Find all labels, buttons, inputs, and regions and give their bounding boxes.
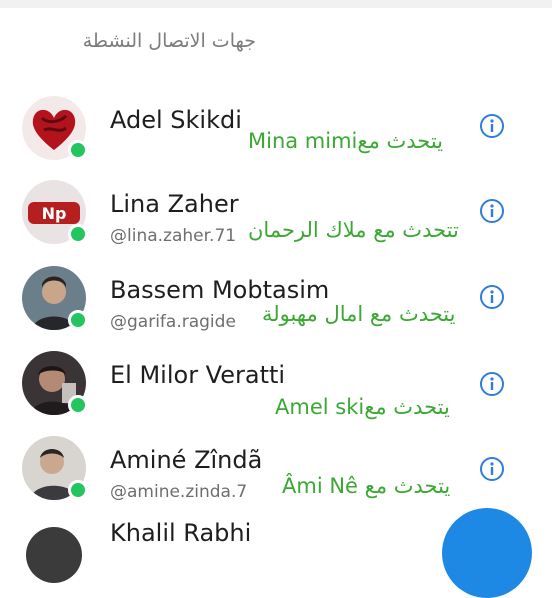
avatar[interactable] [22,96,88,160]
avatar[interactable] [22,436,88,500]
contact-username: @amine.zinda.7 [110,482,248,502]
contact-name: Bassem Mobtasim [110,276,330,304]
contact-name: Aminé Zîndã [110,446,263,474]
contact-name: Adel Skikdi [110,106,242,134]
info-circle-icon[interactable] [479,198,505,224]
talking-status: يتحدث مع Âmi Nê [282,474,451,498]
talking-status: تتحدث مع ملاك الرحمان [248,218,459,242]
talking-status: يتحدث معAmel ski [275,395,450,419]
floating-action-button[interactable] [442,508,532,598]
talking-status: يتحدث مع امال مهبولة [262,302,456,326]
online-status-dot [68,140,88,160]
contact-row-3[interactable]: Bassem Mobtasim @garifa.ragide يتحدث مع … [0,266,552,354]
online-status-dot [68,224,88,244]
contact-row-4[interactable]: El Milor Veratti يتحدث معAmel ski [0,351,552,439]
avatar[interactable] [26,527,82,583]
talking-status: يتحدث معMina mimi [248,129,444,153]
svg-text:Np: Np [42,204,67,223]
online-status-dot [68,395,88,415]
avatar[interactable] [22,266,88,330]
contact-row-2[interactable]: Np Lina Zaher @lina.zaher.71 تتحدث مع مل… [0,180,552,268]
contact-username: @lina.zaher.71 [110,226,237,246]
section-title-active-contacts: جهات الاتصال النشطة [82,30,256,52]
contact-name: Khalil Rabhi [110,519,252,547]
info-circle-icon[interactable] [479,456,505,482]
online-status-dot [68,310,88,330]
contact-username: @garifa.ragide [110,312,236,332]
contact-row-1[interactable]: Adel Skikdi يتحدث معMina mimi [0,96,552,184]
online-status-dot [68,480,88,500]
info-circle-icon[interactable] [479,284,505,310]
contact-name: El Milor Veratti [110,361,286,389]
info-circle-icon[interactable] [479,113,505,139]
top-bar [0,0,552,8]
info-circle-icon[interactable] [479,371,505,397]
avatar[interactable]: Np [22,180,88,244]
avatar[interactable] [22,351,88,415]
contact-name: Lina Zaher [110,190,239,218]
